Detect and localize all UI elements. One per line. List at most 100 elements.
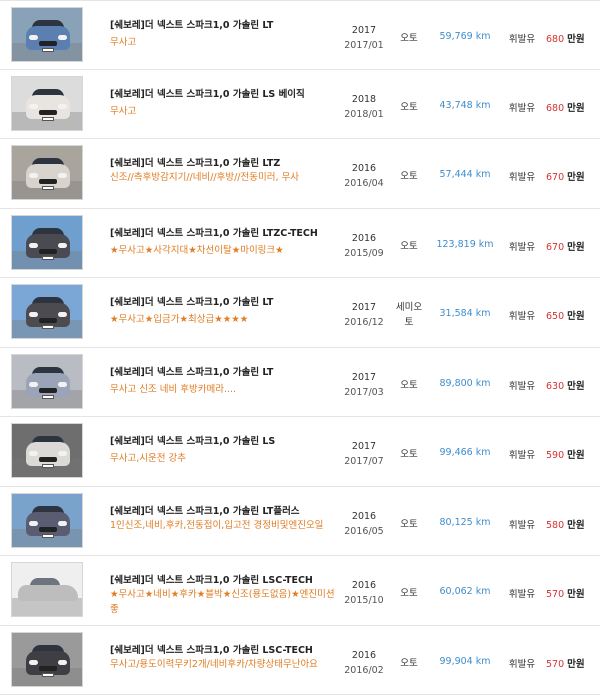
mileage: 31,584 km [439, 308, 491, 319]
license-plate [42, 672, 54, 677]
fuel-type: 휘발유 [508, 241, 536, 253]
transmission: 오토 [400, 379, 418, 391]
car-thumbnail[interactable] [11, 631, 83, 687]
registration-date: 2016/05 [344, 525, 384, 537]
mileage: 99,904 km [439, 655, 491, 667]
transmission: 오토 [400, 518, 418, 530]
price-value: 670 [546, 172, 565, 183]
car-grille [39, 526, 57, 532]
registration-date: 2017/01 [344, 40, 384, 51]
fuel-type: 휘발유 [508, 34, 536, 45]
model-year: 2016 2016/05 [340, 509, 388, 539]
car-headlight-left [29, 451, 38, 456]
price: 580 만원 [546, 517, 585, 531]
price-value: 590 [546, 450, 565, 461]
car-thumbnail[interactable] [11, 423, 83, 478]
year-value: 2016 [351, 510, 377, 522]
car-grille [39, 457, 57, 462]
listing-row[interactable]: [쉐보레]더 넥스트 스파크1,0 가솔린 LTZC-TECH ★무사고★사각지… [0, 208, 600, 278]
listing-row[interactable]: [쉐보레]더 넥스트 스파크1,0 가솔린 LT ★무사고★입금가★최상급★★★… [0, 278, 600, 348]
mileage: 80,125 km [439, 516, 491, 528]
mileage: 59,769 km [439, 31, 491, 42]
price-unit: 만원 [567, 589, 585, 600]
listing-title[interactable]: [쉐보레]더 넥스트 스파크1,0 가솔린 LS 베이직 [110, 86, 305, 100]
listing-title[interactable]: [쉐보레]더 넥스트 스파크1,0 가솔린 LSC-TECH [110, 642, 313, 656]
price: 570 만원 [546, 586, 585, 600]
listing-row[interactable]: [쉐보레]더 넥스트 스파크1,0 가솔린 LSC-TECH ★무사고★네비★후… [0, 556, 600, 626]
listing-row[interactable]: [쉐보레]더 넥스트 스파크1,0 가솔린 LS 베이직 무사고 2018 20… [0, 69, 600, 139]
year-value: 2017 [351, 25, 377, 36]
car-thumbnail[interactable] [11, 7, 83, 62]
price-unit: 만원 [567, 380, 585, 392]
mileage: 99,466 km [439, 447, 491, 458]
price: 680 만원 [546, 31, 585, 45]
listing-row[interactable]: [쉐보레]더 넥스트 스파크1,0 가솔린 LT 무사고 2017 2017/0… [0, 0, 600, 70]
registration-date: 2016/02 [344, 664, 384, 676]
listing-title[interactable]: [쉐보레]더 넥스트 스파크1,0 가솔린 LT [110, 17, 273, 31]
listing-row[interactable]: [쉐보레]더 넥스트 스파크1,0 가솔린 LTZ 신조//측후방감지기//네비… [0, 139, 600, 209]
price-value: 580 [546, 519, 565, 531]
price-value: 670 [546, 241, 565, 253]
car-body [18, 585, 78, 601]
car-grille [39, 109, 57, 115]
year-value: 2016 [351, 232, 377, 244]
price-value: 630 [546, 380, 565, 392]
model-year: 2016 2015/10 [340, 578, 388, 608]
car-thumbnail[interactable] [11, 492, 83, 548]
transmission: 오토 [400, 33, 418, 44]
listing-subtitle: ★무사고★사각지대★차선이탈★마이링크★ [110, 244, 284, 256]
car-headlight-right [58, 173, 67, 178]
year-value: 2017 [351, 302, 377, 313]
mileage: 89,800 km [439, 377, 491, 389]
listing-title[interactable]: [쉐보레]더 넥스트 스파크1,0 가솔린 LTZC-TECH [110, 225, 318, 239]
listing-title[interactable]: [쉐보레]더 넥스트 스파크1,0 가솔린 LS [110, 433, 275, 447]
fuel-type: 휘발유 [508, 589, 536, 600]
listing-title[interactable]: [쉐보레]더 넥스트 스파크1,0 가솔린 LT [110, 294, 273, 308]
car-headlight-left [29, 659, 38, 665]
listing-row[interactable]: [쉐보레]더 넥스트 스파크1,0 가솔린 LT플러스 1인신조,네비,후카,전… [0, 486, 600, 556]
price-unit: 만원 [567, 241, 585, 253]
listing-title[interactable]: [쉐보레]더 넥스트 스파크1,0 가솔린 LT플러스 [110, 503, 300, 517]
transmission: 오토 [400, 449, 418, 460]
mileage: 123,819 km [436, 238, 494, 250]
listing-subtitle: 신조//측후방감지기//네비//후방//전동미러, 무사 [110, 172, 299, 183]
listing-subtitle: 무사고 [110, 105, 137, 117]
price-unit: 만원 [567, 658, 585, 670]
listing-row[interactable]: [쉐보레]더 넥스트 스파크1,0 가솔린 LSC-TECH 무사고/용도이력무… [0, 625, 600, 695]
price-value: 680 [546, 102, 565, 114]
price-unit: 만원 [567, 450, 585, 461]
license-plate [42, 48, 54, 52]
car-thumbnail[interactable] [11, 75, 83, 131]
listing-row[interactable]: [쉐보레]더 넥스트 스파크1,0 가솔린 LS 무사고,시운전 강추 2017… [0, 417, 600, 487]
model-year: 2017 2017/07 [340, 439, 388, 469]
price-unit: 만원 [567, 311, 585, 322]
car-headlight-left [29, 520, 38, 526]
model-year: 2016 2016/02 [340, 648, 388, 678]
car-grille [39, 41, 57, 46]
listing-row[interactable]: [쉐보레]더 넥스트 스파크1,0 가솔린 LT 무사고 신조 네비 후방카메라… [0, 347, 600, 417]
listing-subtitle: 무사고,시운전 강추 [110, 453, 186, 464]
license-plate [42, 464, 54, 468]
license-plate [42, 255, 54, 260]
listing-title[interactable]: [쉐보레]더 넥스트 스파크1,0 가솔린 LTZ [110, 155, 280, 169]
car-headlight-right [58, 451, 67, 456]
car-thumbnail[interactable] [11, 214, 83, 270]
car-thumbnail[interactable] [11, 353, 83, 409]
mileage: 57,444 km [439, 169, 491, 180]
year-value: 2017 [351, 371, 377, 383]
listing-title[interactable]: [쉐보레]더 넥스트 스파크1,0 가솔린 LSC-TECH [110, 572, 313, 586]
model-year: 2017 2016/12 [340, 300, 388, 330]
model-year: 2016 2015/09 [340, 231, 388, 261]
listing-subtitle: 무사고 [110, 37, 137, 48]
car-thumbnail[interactable] [11, 284, 83, 339]
car-thumbnail[interactable] [11, 145, 83, 200]
model-year: 2017 2017/03 [340, 370, 388, 400]
fuel-type: 휘발유 [508, 102, 536, 114]
registration-date: 2015/10 [344, 595, 384, 606]
price: 670 만원 [546, 169, 585, 183]
car-thumbnail[interactable] [11, 562, 83, 617]
car-headlight-right [58, 242, 67, 248]
license-plate [42, 325, 54, 329]
listing-title[interactable]: [쉐보레]더 넥스트 스파크1,0 가솔린 LT [110, 364, 273, 378]
listing-subtitle: ★무사고★입금가★최상급★★★★ [110, 314, 249, 325]
